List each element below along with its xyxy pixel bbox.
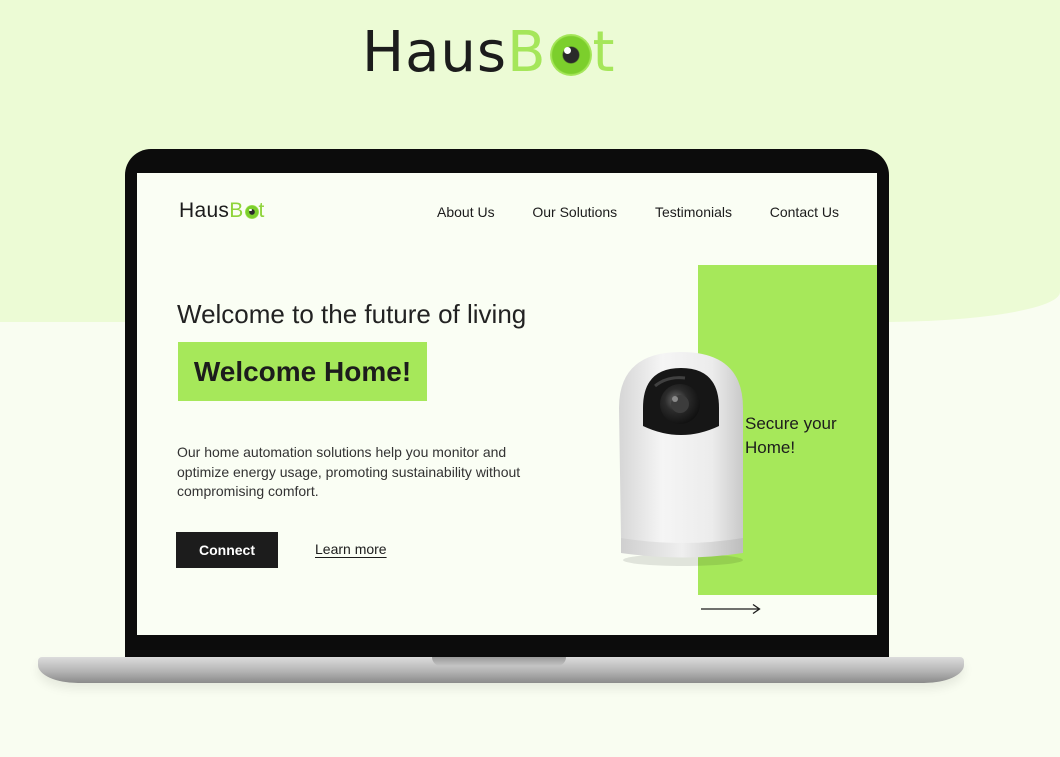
nav-contact-us[interactable]: Contact Us	[770, 204, 839, 220]
logo-haus-text: Haus	[362, 20, 508, 85]
hero-subtitle: Welcome to the future of living	[177, 299, 527, 329]
hero-description: Our home automation solutions help you m…	[177, 444, 521, 499]
secure-home-text: Secure your Home!	[745, 414, 837, 457]
security-camera-image	[619, 352, 743, 566]
nav-testimonials[interactable]: Testimonials	[655, 204, 732, 220]
connect-button[interactable]: Connect	[176, 532, 278, 568]
logo-bot-text: B t	[507, 25, 615, 81]
logo-t-letter: t	[592, 20, 616, 85]
logo-haus-text: Haus	[179, 199, 230, 222]
main-nav: About Us Our Solutions Testimonials Cont…	[437, 204, 839, 220]
logo-b-letter: B	[507, 20, 547, 85]
eye-icon	[549, 34, 592, 76]
hausbot-logo-large: Haus B t	[362, 22, 615, 84]
learn-more-link[interactable]: Learn more	[315, 541, 387, 557]
laptop-screen: Haus B t About Us Our Solutions Testimon…	[137, 173, 877, 635]
nav-our-solutions[interactable]: Our Solutions	[532, 204, 617, 220]
logo-b-letter: B	[229, 199, 244, 222]
nav-about-us[interactable]: About Us	[437, 204, 495, 220]
arrow-right-icon[interactable]	[700, 603, 762, 615]
laptop-notch	[432, 657, 566, 666]
hero-headline: Welcome Home!	[178, 342, 427, 401]
logo-bot-text: B t	[229, 200, 264, 221]
hausbot-logo[interactable]: Haus B t	[179, 200, 265, 221]
logo-t-letter: t	[258, 199, 265, 222]
eye-icon	[244, 204, 259, 219]
